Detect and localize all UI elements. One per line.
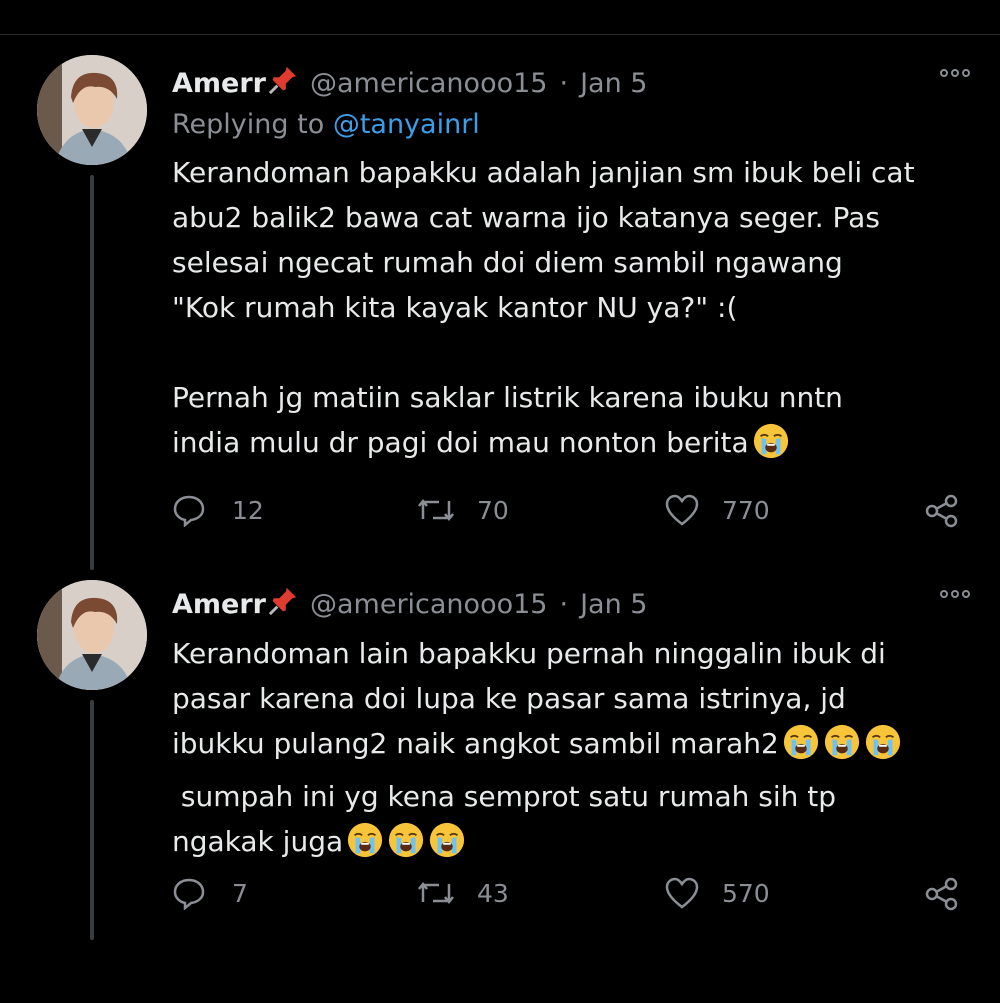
- tweet-line: Pernah jg matiin saklar listrik karena i…: [172, 381, 843, 414]
- tweet-line-with-emoji: ngakak juga: [172, 819, 970, 872]
- user-handle[interactable]: @americanooo15: [310, 589, 547, 620]
- tweet-header: Amerr @americanooo15 · Jan 5: [172, 582, 970, 626]
- replying-prefix: Replying to: [172, 109, 333, 140]
- heart-icon: [665, 877, 699, 909]
- more-options-icon[interactable]: [940, 69, 970, 77]
- tweet-line: ngakak juga: [172, 825, 344, 858]
- reply-button[interactable]: 12: [172, 493, 264, 527]
- share-icon: [925, 494, 958, 528]
- reply-icon: [173, 878, 205, 910]
- thread-line: [90, 175, 94, 570]
- reply-count: 12: [232, 495, 264, 525]
- loudly-crying-face-icon: [752, 422, 790, 473]
- reply-button[interactable]: 7: [172, 876, 248, 910]
- like-count: 570: [722, 878, 770, 908]
- pushpin-icon: [268, 65, 298, 102]
- retweet-button[interactable]: 43: [417, 876, 509, 910]
- share-icon: [925, 877, 958, 911]
- pushpin-icon: [268, 586, 298, 623]
- retweet-count: 70: [477, 495, 509, 525]
- tweet-line: india mulu dr pagi doi mau nonton berita: [172, 426, 749, 459]
- tweet-actions: 12 70 770: [172, 493, 972, 533]
- display-name[interactable]: Amerr: [172, 589, 266, 620]
- replying-to-link[interactable]: @tanyainrl: [333, 109, 480, 140]
- tweet-date[interactable]: Jan 5: [580, 68, 647, 99]
- tweet-line: Kerandoman bapakku adalah janjian sm ibu…: [172, 156, 915, 189]
- reply-count: 7: [232, 878, 248, 908]
- separator: ·: [559, 67, 569, 99]
- like-button[interactable]: 570: [664, 876, 770, 910]
- tweet-line: Kerandoman lain bapakku pernah ninggalin…: [172, 637, 886, 670]
- thread-line: [90, 700, 94, 940]
- retweet-icon: [418, 498, 454, 522]
- tweet-text: Kerandoman bapakku adalah janjian sm ibu…: [172, 150, 970, 473]
- loudly-crying-face-icon: [782, 723, 820, 774]
- loudly-crying-face-icon: [864, 723, 902, 774]
- tweet-date[interactable]: Jan 5: [580, 589, 647, 620]
- tweet-header: Amerr @americanooo15 · Jan 5: [172, 61, 970, 105]
- tweet-line: "Kok rumah kita kayak kantor NU ya?" :(: [172, 291, 738, 324]
- tweet-line: selesai ngecat rumah doi diem sambil nga…: [172, 246, 843, 279]
- more-options-icon[interactable]: [940, 590, 970, 598]
- top-divider: [0, 34, 1000, 35]
- separator: ·: [559, 588, 569, 620]
- avatar[interactable]: [37, 55, 147, 165]
- loudly-crying-face-icon: [387, 821, 425, 872]
- avatar[interactable]: [37, 580, 147, 690]
- tweet-line: sumpah ini yg kena semprot satu rumah si…: [172, 780, 837, 813]
- tweet-line-with-emoji: ibukku pulang2 naik angkot sambil marah2: [172, 721, 970, 774]
- display-name[interactable]: Amerr: [172, 68, 266, 99]
- like-button[interactable]: 770: [664, 493, 770, 527]
- tweet-text: Kerandoman lain bapakku pernah ninggalin…: [172, 631, 970, 872]
- user-handle[interactable]: @americanooo15: [310, 68, 547, 99]
- replying-to: Replying to @tanyainrl: [172, 105, 970, 145]
- retweet-icon: [418, 881, 454, 905]
- loudly-crying-face-icon: [823, 723, 861, 774]
- tweet-line: pasar karena doi lupa ke pasar sama istr…: [172, 682, 846, 715]
- share-button[interactable]: [924, 493, 960, 529]
- reply-icon: [173, 495, 205, 527]
- heart-icon: [665, 494, 699, 526]
- retweet-button[interactable]: 70: [417, 493, 509, 527]
- tweet-actions: 7 43 570: [172, 876, 972, 916]
- tweet-line-with-emoji: india mulu dr pagi doi mau nonton berita: [172, 420, 970, 473]
- loudly-crying-face-icon: [428, 821, 466, 872]
- tweet-line: abu2 balik2 bawa cat warna ijo katanya s…: [172, 201, 880, 234]
- loudly-crying-face-icon: [346, 821, 384, 872]
- retweet-count: 43: [477, 878, 509, 908]
- share-button[interactable]: [924, 876, 960, 912]
- tweet-line-blank: [172, 330, 970, 375]
- tweet-line: ibukku pulang2 naik angkot sambil marah2: [172, 727, 779, 760]
- like-count: 770: [722, 495, 770, 525]
